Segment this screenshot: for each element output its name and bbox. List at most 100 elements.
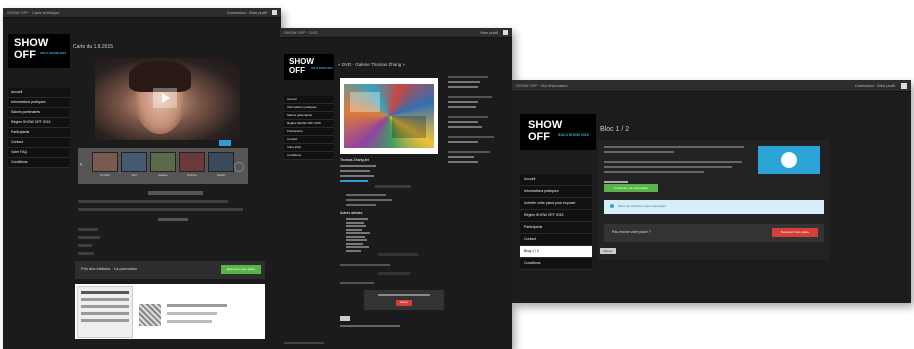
sidebar-item[interactable]: Participants (8, 128, 70, 138)
window-top-bar: SHOW OFF · DVD Mon profil (280, 28, 512, 38)
artist-list-item[interactable] (346, 235, 365, 238)
text-line (78, 200, 228, 203)
text-line (340, 282, 374, 284)
sidebar-item[interactable]: Conditions (284, 152, 334, 160)
logo[interactable]: SHOW OFF SOLO SHOW 2015 (8, 34, 70, 68)
window-top-bar: SHOW OFF · Carte Artistique Connexion · … (3, 8, 281, 18)
info-block (340, 165, 380, 182)
logo-line-2: OFF (14, 49, 36, 61)
sidebar-item[interactable]: Votre FAQ (284, 144, 334, 152)
sidebar-item[interactable]: Accueil (284, 96, 334, 104)
menu-icon[interactable] (901, 83, 907, 89)
artist-list-item[interactable] (346, 225, 366, 227)
confirm-bar-label: Pas encore votre place ? (612, 230, 651, 234)
sidebar-item[interactable]: Accueil (8, 88, 70, 98)
artist-list-item[interactable] (346, 221, 364, 224)
tab-title: SHOW OFF · Carte Artistique (7, 10, 60, 15)
sidebar-nav: Accueil Informations pratiques Salons part… (284, 96, 334, 160)
logo[interactable]: SHOW OFF SOLO SHOW 2015 (284, 54, 334, 80)
book-button[interactable]: Réservez votre place (221, 265, 261, 274)
artwork-collage[interactable] (340, 78, 438, 154)
artist-list-item[interactable] (346, 228, 362, 231)
artist-list-item[interactable] (346, 249, 361, 252)
window-event-card: SHOW OFF · Carte Artistique Connexion · … (3, 8, 281, 349)
sidebar-item[interactable]: Contact (8, 138, 70, 148)
text-line (78, 236, 100, 239)
list-row[interactable] (81, 298, 129, 301)
text-block (346, 194, 396, 206)
list-row[interactable] (81, 305, 129, 308)
thumbnail[interactable] (150, 152, 176, 172)
page-title: Bloc 1 / 2 (600, 126, 630, 133)
list-row[interactable] (81, 312, 129, 315)
info-bar: Merci de confirmer votre réservation (604, 200, 824, 214)
list-row[interactable] (81, 319, 129, 322)
user-menu[interactable]: Mon profil (480, 28, 498, 38)
sidebar-item[interactable]: Acheter votre place pour exposer (520, 198, 592, 210)
back-link-label: Retour (603, 249, 613, 253)
text-line (78, 228, 98, 231)
logo-line-2: OFF (528, 131, 550, 143)
promo-thumbnail[interactable] (758, 146, 820, 174)
reserve-button[interactable]: Réservez votre place (772, 228, 818, 237)
thumbnail-label: Galerie (158, 173, 168, 177)
text-line (340, 264, 390, 266)
confirm-button-label: Confirmer ma réservation (614, 186, 648, 190)
video-player[interactable] (95, 58, 240, 140)
sidebar-item[interactable]: Régles SHOW OFF 2015 (284, 120, 334, 128)
sidebar-item[interactable]: Participants (520, 222, 592, 234)
footer-line (284, 342, 324, 344)
artwork-image[interactable] (139, 304, 161, 326)
sidebar-item[interactable]: Informations pratiques (8, 98, 70, 108)
reserve-button-label: Réservez votre place (780, 230, 810, 234)
logo[interactable]: SHOW OFF SOLO SHOW 2015 (520, 114, 596, 150)
artist-list-item[interactable] (346, 232, 370, 234)
play-icon[interactable] (153, 88, 177, 108)
artist-list-item[interactable] (346, 242, 363, 245)
sidebar-item[interactable]: Contact (520, 234, 592, 246)
sidebar-item[interactable]: Accueil (520, 174, 592, 186)
sidebar-item[interactable]: Salons partenaires (284, 112, 334, 120)
thumbnail-label: Nuit (131, 173, 137, 177)
logo-line-1: SHOW (289, 57, 314, 66)
artist-list-item[interactable] (346, 239, 367, 241)
thumbnail[interactable] (208, 152, 234, 172)
artist-list-item[interactable] (346, 246, 369, 248)
info-bar-text: Merci de confirmer votre réservation (618, 204, 667, 208)
sidebar-item[interactable]: Contact (284, 136, 334, 144)
user-menu[interactable]: Connexion · Mon profil (227, 8, 267, 18)
page-title: « DVD · Galerie Thomas Zhang » (338, 62, 405, 67)
book-button-label: Réservez votre place (226, 267, 256, 271)
sidebar-item[interactable]: Conditions (520, 258, 592, 270)
thumbnail-prev-icon[interactable]: ‹ (80, 162, 82, 168)
artist-list-item[interactable] (346, 218, 368, 220)
thumbnail[interactable] (121, 152, 147, 172)
user-menu[interactable]: Connexion · Mon profil (855, 80, 895, 92)
sidebar-item[interactable]: Informations pratiques (520, 186, 592, 198)
related-text (167, 304, 227, 307)
tab-title: SHOW OFF · DVD (284, 30, 318, 35)
small-badge[interactable] (340, 316, 350, 321)
thumbnail-next-icon[interactable] (234, 162, 244, 172)
artist-list (346, 218, 386, 253)
sidebar-item[interactable]: Régles SHOW OFF 2015 (520, 210, 592, 222)
menu-icon[interactable] (503, 30, 508, 35)
sidebar-item[interactable]: Participants (284, 128, 334, 136)
sidebar-item[interactable]: Votre FAQ (8, 148, 70, 158)
list-row[interactable] (81, 291, 129, 294)
sidebar-item[interactable]: Régles SHOW OFF 2015 (8, 118, 70, 128)
buy-button[interactable]: Acheter (396, 300, 412, 306)
thumbnail[interactable] (179, 152, 205, 172)
sidebar-item[interactable]: Conditions (8, 158, 70, 168)
text-line (78, 252, 94, 255)
menu-icon[interactable] (272, 10, 277, 15)
page-title: Carte du 1.8.2015 (73, 44, 114, 50)
sidebar-item[interactable]: Blog 1 / 2 (520, 246, 592, 258)
confirm-button[interactable]: Confirmer ma réservation (604, 184, 658, 192)
strip-top-badge[interactable] (219, 140, 231, 146)
sidebar-item[interactable]: Salons partenaires (8, 108, 70, 118)
back-link[interactable]: Retour (600, 248, 616, 254)
thumbnail[interactable] (92, 152, 118, 172)
window-dvd-page: SHOW OFF · DVD Mon profil SHOW OFF SOLO … (280, 28, 512, 349)
sidebar-item[interactable]: Informations pratiques (284, 104, 334, 112)
